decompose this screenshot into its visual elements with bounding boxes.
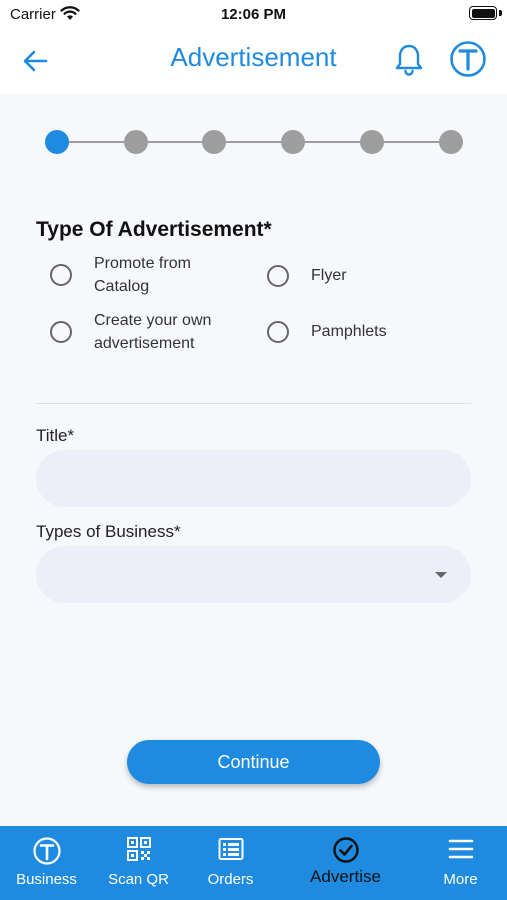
menu-icon bbox=[448, 839, 473, 859]
nav-label: Scan QR bbox=[108, 871, 169, 888]
radio-promote-from-catalog[interactable]: Promote from Catalog bbox=[50, 252, 250, 298]
radio-label: Pamphlets bbox=[311, 323, 387, 340]
bottom-navigation: Business Scan QR Orders Advertise More bbox=[0, 826, 507, 900]
title-label: Title* bbox=[36, 426, 75, 445]
nav-item-business[interactable]: Business bbox=[0, 826, 97, 900]
radio-label: Create your own advertisement bbox=[94, 312, 212, 352]
page-title: Advertisement bbox=[170, 42, 337, 72]
step-1-dot bbox=[45, 130, 69, 154]
step-connector-line bbox=[57, 141, 451, 143]
business-type-select[interactable] bbox=[36, 546, 471, 603]
radio-flyer[interactable]: Flyer bbox=[267, 264, 347, 287]
nav-label: More bbox=[443, 871, 478, 888]
radio-circle[interactable] bbox=[267, 264, 289, 287]
business-type-label: Types of Business* bbox=[36, 522, 181, 541]
step-6-dot bbox=[439, 130, 463, 154]
radio-circle[interactable] bbox=[50, 264, 72, 286]
step-5-dot bbox=[360, 130, 384, 154]
nav-item-scan-qr[interactable]: Scan QR bbox=[88, 826, 189, 900]
radio-circle[interactable] bbox=[267, 320, 289, 343]
step-progress bbox=[45, 129, 463, 155]
radio-label: Flyer bbox=[311, 267, 347, 284]
battery-icon bbox=[469, 6, 497, 20]
app-header: Advertisement bbox=[0, 30, 507, 94]
nav-label: Business bbox=[16, 871, 77, 888]
radio-label: Promote from Catalog bbox=[94, 255, 191, 295]
status-bar: Carrier 12:06 PM bbox=[0, 0, 507, 30]
nav-label: Orders bbox=[207, 871, 254, 888]
nav-label: Advertise bbox=[310, 867, 381, 886]
radio-circle[interactable] bbox=[50, 321, 72, 343]
step-2-dot bbox=[124, 130, 148, 154]
nav-item-advertise[interactable]: Advertise bbox=[295, 826, 396, 900]
notification-bell-icon[interactable] bbox=[393, 43, 425, 77]
profile-logo-icon[interactable] bbox=[449, 40, 487, 78]
section-divider bbox=[36, 403, 471, 404]
business-logo-icon bbox=[32, 837, 61, 865]
radio-pamphlets[interactable]: Pamphlets bbox=[267, 320, 387, 343]
nav-item-more[interactable]: More bbox=[410, 826, 507, 900]
list-icon bbox=[218, 838, 243, 860]
ad-type-heading: Type Of Advertisement* bbox=[36, 218, 272, 241]
step-4-dot bbox=[281, 130, 305, 154]
dropdown-arrow-icon bbox=[435, 572, 447, 578]
status-time: 12:06 PM bbox=[220, 6, 287, 23]
nav-item-orders[interactable]: Orders bbox=[180, 826, 281, 900]
title-input[interactable] bbox=[36, 450, 471, 507]
radio-create-own-advertisement[interactable]: Create your own advertisement bbox=[50, 309, 270, 355]
check-circle-icon bbox=[332, 837, 359, 863]
qr-code-icon bbox=[126, 837, 151, 861]
step-3-dot bbox=[202, 130, 226, 154]
continue-button[interactable]: Continue bbox=[127, 740, 380, 784]
battery-cap bbox=[499, 10, 502, 16]
